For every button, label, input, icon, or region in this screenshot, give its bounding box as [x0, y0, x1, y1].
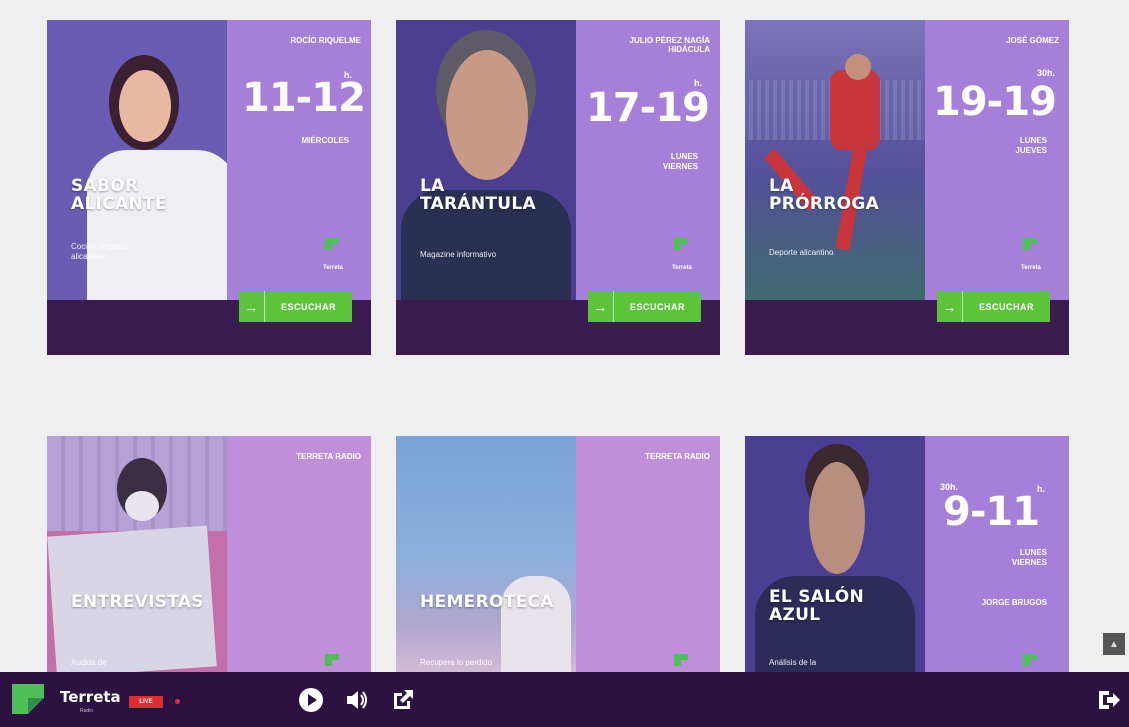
brand-label: Terreta [672, 265, 692, 271]
station-subtitle: Radio [80, 708, 94, 714]
card-photo [47, 436, 227, 672]
time-suffix: h. [1037, 484, 1045, 494]
listen-button[interactable]: → ESCUCHAR [239, 291, 352, 322]
brand-label: Terreta [1021, 265, 1041, 271]
schedule-time: 17-19 [586, 85, 710, 131]
terreta-logo-icon [674, 654, 688, 666]
terreta-logo-icon [1023, 654, 1037, 666]
show-description: Recupera lo perdido [420, 658, 493, 667]
presenter-name: JOSÉ GÓMEZ [1006, 36, 1059, 45]
presenter-name: TERRETA RADIO [296, 452, 361, 461]
show-title: ENTREVISTAS [71, 592, 204, 612]
live-indicator [175, 699, 180, 704]
schedule-days: MIÉRCOLES [301, 136, 349, 145]
time-suffix: h. [344, 70, 352, 80]
presenter-name: JORGE BRUGOS [981, 598, 1047, 607]
card-info-panel [227, 20, 371, 300]
arrow-right-icon: → [239, 291, 265, 322]
schedule-days: LUNES JUEVES [1015, 136, 1047, 155]
radio-player-bar: Terreta Radio LIVE [0, 672, 1129, 727]
station-name: Terreta [60, 688, 121, 706]
terreta-logo-icon [674, 238, 688, 250]
terreta-logo-icon [12, 684, 44, 714]
show-title: LA PRÓRROGA [769, 176, 880, 214]
show-description: Magazine informativo [420, 250, 497, 259]
presenter-name: TERRETA RADIO [645, 452, 710, 461]
program-card-hemeroteca[interactable]: TERRETA RADIO HEMEROTECA Recupera lo per… [396, 436, 720, 672]
exit-button[interactable] [1096, 687, 1122, 716]
terreta-logo-icon [325, 654, 339, 666]
card-photo [745, 20, 925, 300]
program-card-el-salon-azul[interactable]: 30h. 9-11 h. LUNES VIERNES JORGE BRUGOS … [745, 436, 1069, 672]
show-description: Cocina empresa alicantina [71, 242, 130, 261]
card-info-panel [576, 436, 720, 672]
external-link-icon [394, 690, 413, 709]
presenter-name: ROCÍO RIQUELME [290, 36, 361, 45]
show-title: EL SALÓN AZUL [769, 587, 865, 625]
external-link-button[interactable] [390, 687, 416, 716]
show-title: SABOR ALICANTE [71, 176, 167, 214]
brand-label: Terreta [323, 265, 343, 271]
program-card-la-prorroga[interactable]: JOSÉ GÓMEZ 19-19 30h. LUNES JUEVES LA PR… [745, 20, 1069, 355]
scroll-to-top-button[interactable]: ▲ [1103, 633, 1125, 655]
schedule-time: 9-11 [943, 489, 1040, 535]
show-description: Audios de [71, 658, 107, 667]
arrow-right-icon: → [937, 291, 963, 322]
show-description: Deporte alicantino [769, 248, 834, 257]
listen-button[interactable]: → ESCUCHAR [937, 291, 1050, 322]
time-suffix: 30h. [1037, 68, 1056, 78]
schedule-days: LUNES VIERNES [1011, 548, 1047, 567]
card-photo [396, 436, 576, 672]
card-info-panel [227, 436, 371, 672]
volume-button[interactable] [344, 687, 370, 716]
arrow-right-icon: → [588, 291, 614, 322]
terreta-logo-icon [1023, 238, 1037, 250]
schedule-time: 19-19 [933, 79, 1057, 125]
program-card-la-tarantula[interactable]: JULIO PÉREZ NAGÍA HIDÁCULA 17-19 h. LUNE… [396, 20, 720, 355]
card-photo [745, 436, 925, 672]
exit-icon [1099, 691, 1120, 709]
live-badge: LIVE [129, 696, 163, 708]
listen-button[interactable]: → ESCUCHAR [588, 291, 701, 322]
program-card-entrevistas[interactable]: TERRETA RADIO ENTREVISTAS Audios de [47, 436, 371, 672]
card-info-panel [925, 20, 1069, 300]
program-grid: ROCÍO RIQUELME 11-12 h. MIÉRCOLES SABOR … [0, 0, 1129, 672]
schedule-days: LUNES VIERNES [662, 152, 698, 171]
show-title: LA TARÁNTULA [420, 176, 536, 214]
volume-icon [347, 691, 367, 709]
program-card-sabor-alicante[interactable]: ROCÍO RIQUELME 11-12 h. MIÉRCOLES SABOR … [47, 20, 371, 355]
play-button[interactable] [298, 687, 324, 716]
schedule-time: 11-12 [242, 75, 366, 121]
show-description: Análisis de la [769, 658, 817, 667]
presenter-name: JULIO PÉREZ NAGÍA HIDÁCULA [629, 36, 710, 54]
terreta-logo-icon [325, 238, 339, 250]
play-icon [299, 688, 323, 712]
show-title: HEMEROTECA [420, 592, 554, 612]
time-suffix: h. [694, 78, 702, 88]
